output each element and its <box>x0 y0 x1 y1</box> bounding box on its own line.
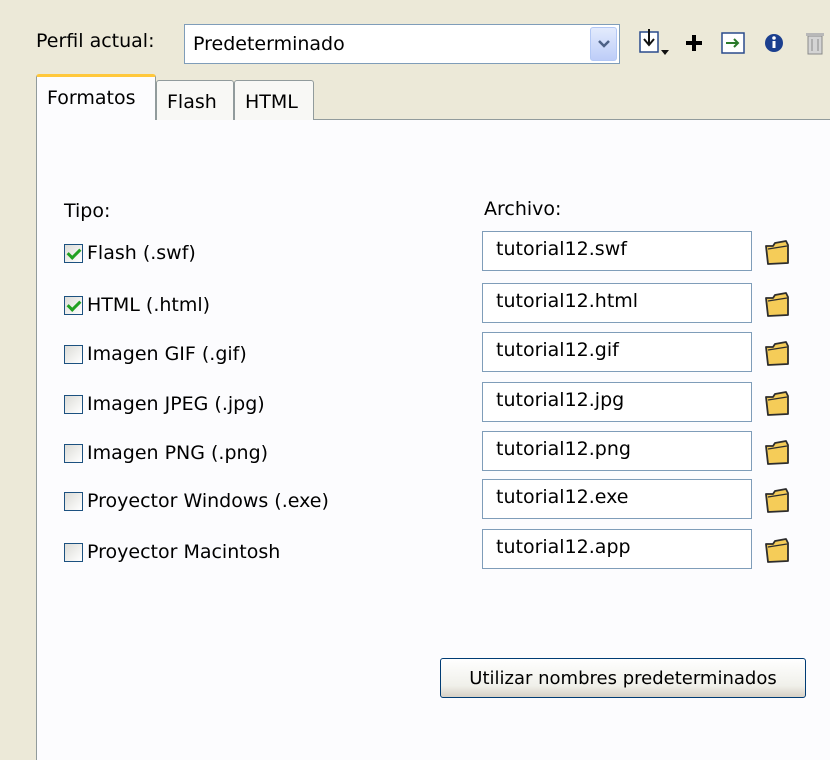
tab-formatos[interactable]: Formatos <box>36 74 156 120</box>
filename-field-flash[interactable] <box>482 231 752 271</box>
profile-select-value: Predeterminado <box>193 33 345 55</box>
folder-icon[interactable] <box>762 388 792 418</box>
format-checkbox-windows-projector[interactable]: Proyector Windows (.exe) <box>64 490 329 512</box>
duplicate-profile-button[interactable] <box>712 24 756 62</box>
checkbox[interactable] <box>64 295 83 315</box>
folder-icon[interactable] <box>762 237 792 267</box>
duplicate-icon <box>721 32 745 54</box>
format-label: Imagen PNG (.png) <box>87 442 269 464</box>
publish-settings-dialog: Perfil actual: Predeterminado Formatos F… <box>0 0 830 760</box>
format-checkbox-jpeg[interactable]: Imagen JPEG (.jpg) <box>64 393 265 415</box>
checkbox[interactable] <box>64 491 83 511</box>
profile-properties-button[interactable] <box>756 24 792 62</box>
profile-select[interactable]: Predeterminado <box>184 24 620 64</box>
format-label: HTML (.html) <box>87 294 211 316</box>
dropdown-button[interactable] <box>590 27 617 61</box>
filename-field-gif[interactable] <box>482 332 752 372</box>
chevron-down-icon <box>598 40 610 48</box>
tab-label: Formatos <box>47 87 136 109</box>
format-checkbox-gif[interactable]: Imagen GIF (.gif) <box>64 343 247 365</box>
tab-label: HTML <box>245 91 298 113</box>
tab-html[interactable]: HTML <box>234 80 314 120</box>
filename-field-windows-projector[interactable] <box>482 479 752 519</box>
format-label: Proyector Windows (.exe) <box>87 490 329 512</box>
folder-icon[interactable] <box>762 289 792 319</box>
format-checkbox-mac-projector[interactable]: Proyector Macintosh <box>64 541 280 563</box>
file-column-header: Archivo: <box>484 198 562 220</box>
import-export-icon <box>639 29 669 55</box>
checkbox[interactable] <box>64 443 83 463</box>
type-column-header: Tipo: <box>64 200 111 222</box>
format-label: Imagen JPEG (.jpg) <box>87 393 265 415</box>
filename-field-png[interactable] <box>482 431 752 471</box>
add-icon <box>686 35 702 51</box>
format-label: Imagen GIF (.gif) <box>87 343 247 365</box>
format-label: Flash (.swf) <box>87 242 196 264</box>
checkbox[interactable] <box>64 344 83 364</box>
filename-field-mac-projector[interactable] <box>482 529 752 569</box>
folder-icon[interactable] <box>762 338 792 368</box>
use-default-names-button[interactable]: Utilizar nombres predeterminados <box>440 658 806 698</box>
delete-profile-button[interactable] <box>800 24 830 62</box>
folder-icon[interactable] <box>762 437 792 467</box>
profile-label: Perfil actual: <box>36 30 155 52</box>
filename-field-html[interactable] <box>482 283 752 323</box>
format-checkbox-html[interactable]: HTML (.html) <box>64 294 210 316</box>
tab-label: Flash <box>167 91 217 113</box>
delete-icon <box>806 33 824 55</box>
properties-icon <box>765 34 783 52</box>
checkbox[interactable] <box>64 542 83 562</box>
format-checkbox-flash[interactable]: Flash (.swf) <box>64 242 196 264</box>
folder-icon[interactable] <box>762 535 792 565</box>
format-label: Proyector Macintosh <box>87 541 281 563</box>
tab-flash[interactable]: Flash <box>156 80 234 120</box>
format-checkbox-png[interactable]: Imagen PNG (.png) <box>64 442 268 464</box>
checkbox[interactable] <box>64 243 83 263</box>
import-export-profile-button[interactable] <box>632 24 676 62</box>
add-profile-button[interactable] <box>676 24 712 62</box>
folder-icon[interactable] <box>762 485 792 515</box>
checkbox[interactable] <box>64 394 83 414</box>
filename-field-jpeg[interactable] <box>482 382 752 422</box>
